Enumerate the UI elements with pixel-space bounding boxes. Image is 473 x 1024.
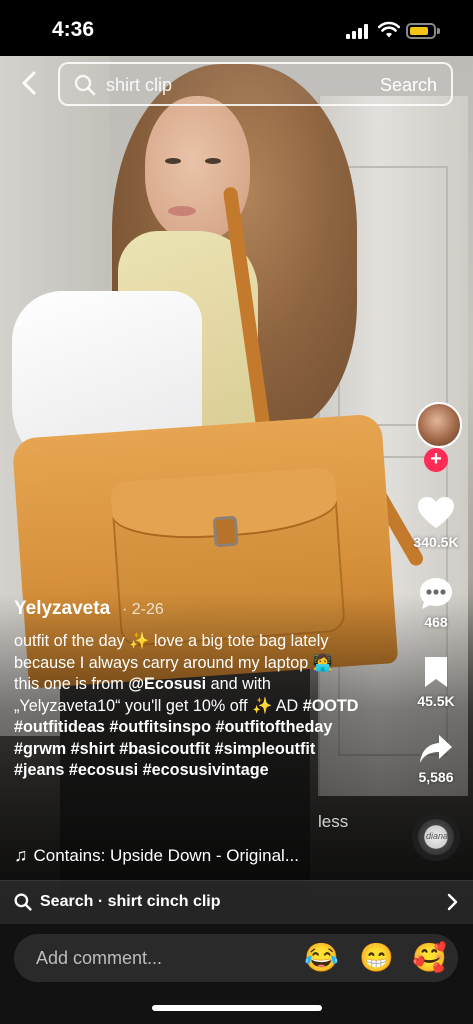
status-time: 4:36 [52, 18, 95, 41]
share-arrow-icon [420, 735, 452, 763]
music-disc-label: diana [426, 831, 449, 841]
music-note-icon: ♫ [14, 845, 28, 865]
emoji-laughing-button[interactable]: 😂 [304, 942, 339, 974]
search-icon [14, 893, 32, 911]
music-title: Contains: Upside Down - Original... [33, 845, 300, 865]
like-button[interactable]: 340.5K [408, 496, 464, 550]
heart-icon [418, 497, 454, 528]
music-row[interactable]: ♫ Contains: Upside Down - Original... [14, 845, 299, 866]
share-count: 5,586 [418, 769, 454, 785]
status-bar: 4:36 [0, 0, 473, 56]
person-lips [168, 206, 196, 216]
creator-avatar[interactable] [416, 402, 462, 448]
author-name[interactable]: Yelyzaveta [14, 598, 110, 620]
less-button[interactable]: less [318, 812, 348, 832]
follow-button[interactable]: + [424, 448, 448, 472]
share-button[interactable]: 5,586 [408, 733, 464, 785]
post-date: · 2-26 [122, 601, 164, 618]
bag-buckle [212, 515, 239, 548]
search-input[interactable]: shirt clip Search [58, 62, 453, 106]
save-count: 45.5K [417, 693, 455, 709]
home-indicator [152, 1005, 322, 1011]
eye [205, 158, 221, 164]
music-disc[interactable]: diana [412, 813, 460, 861]
search-icon [74, 74, 96, 96]
battery-icon [406, 23, 436, 39]
search-submit-button[interactable]: Search [380, 75, 437, 96]
caption-mention[interactable]: @Ecosusi [128, 675, 206, 693]
emoji-smiling-hearts-button[interactable]: 🥰 [412, 942, 447, 974]
comment-bubble-icon [420, 578, 452, 609]
chevron-left-icon [22, 71, 36, 95]
chevron-right-icon [447, 893, 458, 911]
like-count: 340.5K [413, 534, 459, 550]
comment-input[interactable]: Add comment... 😂 😁 🥰 [14, 934, 458, 982]
cellular-signal-icon [346, 24, 370, 39]
save-button[interactable]: 45.5K [408, 655, 464, 709]
eye [165, 158, 181, 164]
bookmark-icon [425, 657, 447, 687]
back-button[interactable] [14, 66, 44, 100]
video-player[interactable] [0, 56, 473, 924]
search-query-text: shirt clip [106, 75, 173, 95]
comment-placeholder: Add comment... [36, 948, 163, 968]
comment-count: 468 [424, 614, 448, 630]
search-suggestion-bar[interactable]: Search · shirt cinch clip [0, 880, 473, 924]
wifi-icon [378, 21, 400, 38]
search-suggestion-text: Search · shirt cinch clip [40, 893, 221, 910]
emoji-grin-button[interactable]: 😁 [359, 942, 394, 974]
comment-button[interactable]: 468 [408, 576, 464, 630]
post-caption: outfit of the day ✨ love a big tote bag … [14, 631, 359, 782]
battery-nub [437, 28, 440, 34]
